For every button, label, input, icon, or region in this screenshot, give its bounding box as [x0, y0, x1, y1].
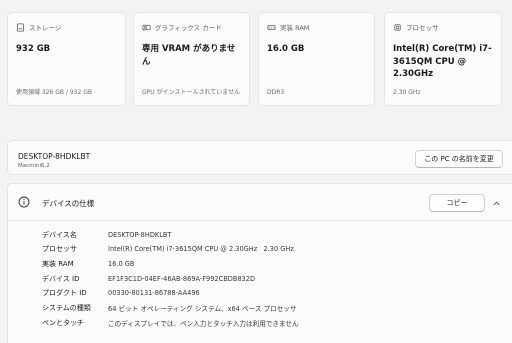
info-icon [18, 196, 30, 208]
card-title: グラフィックス カード [155, 24, 222, 32]
spec-row-processor: プロセッサ Intel(R) Core(TM) i7-3615QM CPU @ … [42, 243, 294, 255]
spec-row-device-id: デバイス ID EF1F3C1D-04EF-46AB-869A-F992CBDB… [42, 273, 255, 285]
spec-label: ペンとタッチ [42, 319, 84, 327]
processor-icon [394, 23, 401, 31]
storage-icon [16, 22, 25, 32]
spec-row-pen-touch: ペンとタッチ このディスプレイでは、ペン入力とタッチ入力は利用できません [42, 317, 299, 329]
device-specs-title: デバイスの仕様 [42, 199, 95, 208]
pc-model: Macmini6,2 [18, 163, 50, 169]
graphics-card-icon [142, 24, 151, 31]
spec-value: Intel(R) Core(TM) i7-3615QM CPU @ 2.30GH… [108, 245, 294, 253]
ram-card[interactable]: 実装 RAM 16.0 GB DDR3 [258, 12, 375, 106]
spec-label: デバイス名 [42, 231, 77, 239]
copy-button[interactable]: コピー [429, 194, 485, 212]
card-value: 16.0 GB [267, 44, 305, 54]
pc-name-panel: DESKTOP-8HDKLBT Macmini6,2 この PC の名前を変更 [7, 140, 512, 175]
rename-pc-button[interactable]: この PC の名前を変更 [415, 150, 503, 168]
storage-card[interactable]: ストレージ 932 GB 使用領域 326 GB / 932 GB [7, 12, 126, 106]
card-value: 専用 VRAM がありません [142, 44, 236, 67]
card-title: ストレージ [29, 24, 62, 32]
card-value: Intel(R) Core(TM) i7-3615QM CPU @ 2.30GH… [393, 44, 492, 79]
card-title: 実装 RAM [280, 24, 310, 32]
spec-row-device-name: デバイス名 DESKTOP-8HDKLBT [42, 229, 171, 241]
chevron-up-icon[interactable] [492, 199, 501, 208]
spec-label: 実装 RAM [42, 260, 74, 268]
card-title: プロセッサ [406, 24, 439, 32]
divider [8, 220, 512, 221]
card-subtext: GPU がインストールされていません [142, 89, 241, 96]
spec-label: プロダクト ID [42, 289, 87, 297]
card-value: 932 GB [16, 44, 51, 54]
device-specs-header[interactable]: デバイスの仕様 コピー [8, 184, 512, 220]
spec-value: 00330-80131-86788-AA496 [108, 289, 200, 297]
spec-label: プロセッサ [42, 245, 77, 253]
spec-value: 64 ビット オペレーティング システム、x64 ベース プロセッサ [108, 305, 297, 313]
ram-icon [267, 24, 276, 30]
spec-label: システムの種類 [42, 304, 91, 312]
processor-card[interactable]: プロセッサ Intel(R) Core(TM) i7-3615QM CPU @ … [384, 12, 502, 106]
spec-label: デバイス ID [42, 275, 80, 283]
spec-value: DESKTOP-8HDKLBT [108, 231, 172, 239]
spec-row-product-id: プロダクト ID 00330-80131-86788-AA496 [42, 287, 200, 299]
card-subtext: 使用領域 326 GB / 932 GB [16, 89, 92, 96]
device-specs-panel: デバイスの仕様 コピー デバイス名 DESKTOP-8HDKLBT プロセッサ … [7, 183, 512, 343]
pc-name: DESKTOP-8HDKLBT [18, 152, 91, 161]
spec-value: EF1F3C1D-04EF-46AB-869A-F992CBDB832D [108, 275, 256, 283]
card-subtext: 2.30 GHz [393, 89, 421, 96]
spec-row-ram: 実装 RAM 16.0 GB [42, 258, 134, 270]
spec-value: このディスプレイでは、ペン入力とタッチ入力は利用できません [108, 320, 299, 328]
spec-row-system-type: システムの種類 64 ビット オペレーティング システム、x64 ベース プロセ… [42, 302, 297, 314]
graphics-card-card[interactable]: グラフィックス カード 専用 VRAM がありません GPU がインストールされ… [133, 12, 250, 106]
card-subtext: DDR3 [267, 89, 285, 96]
spec-value: 16.0 GB [108, 260, 135, 268]
